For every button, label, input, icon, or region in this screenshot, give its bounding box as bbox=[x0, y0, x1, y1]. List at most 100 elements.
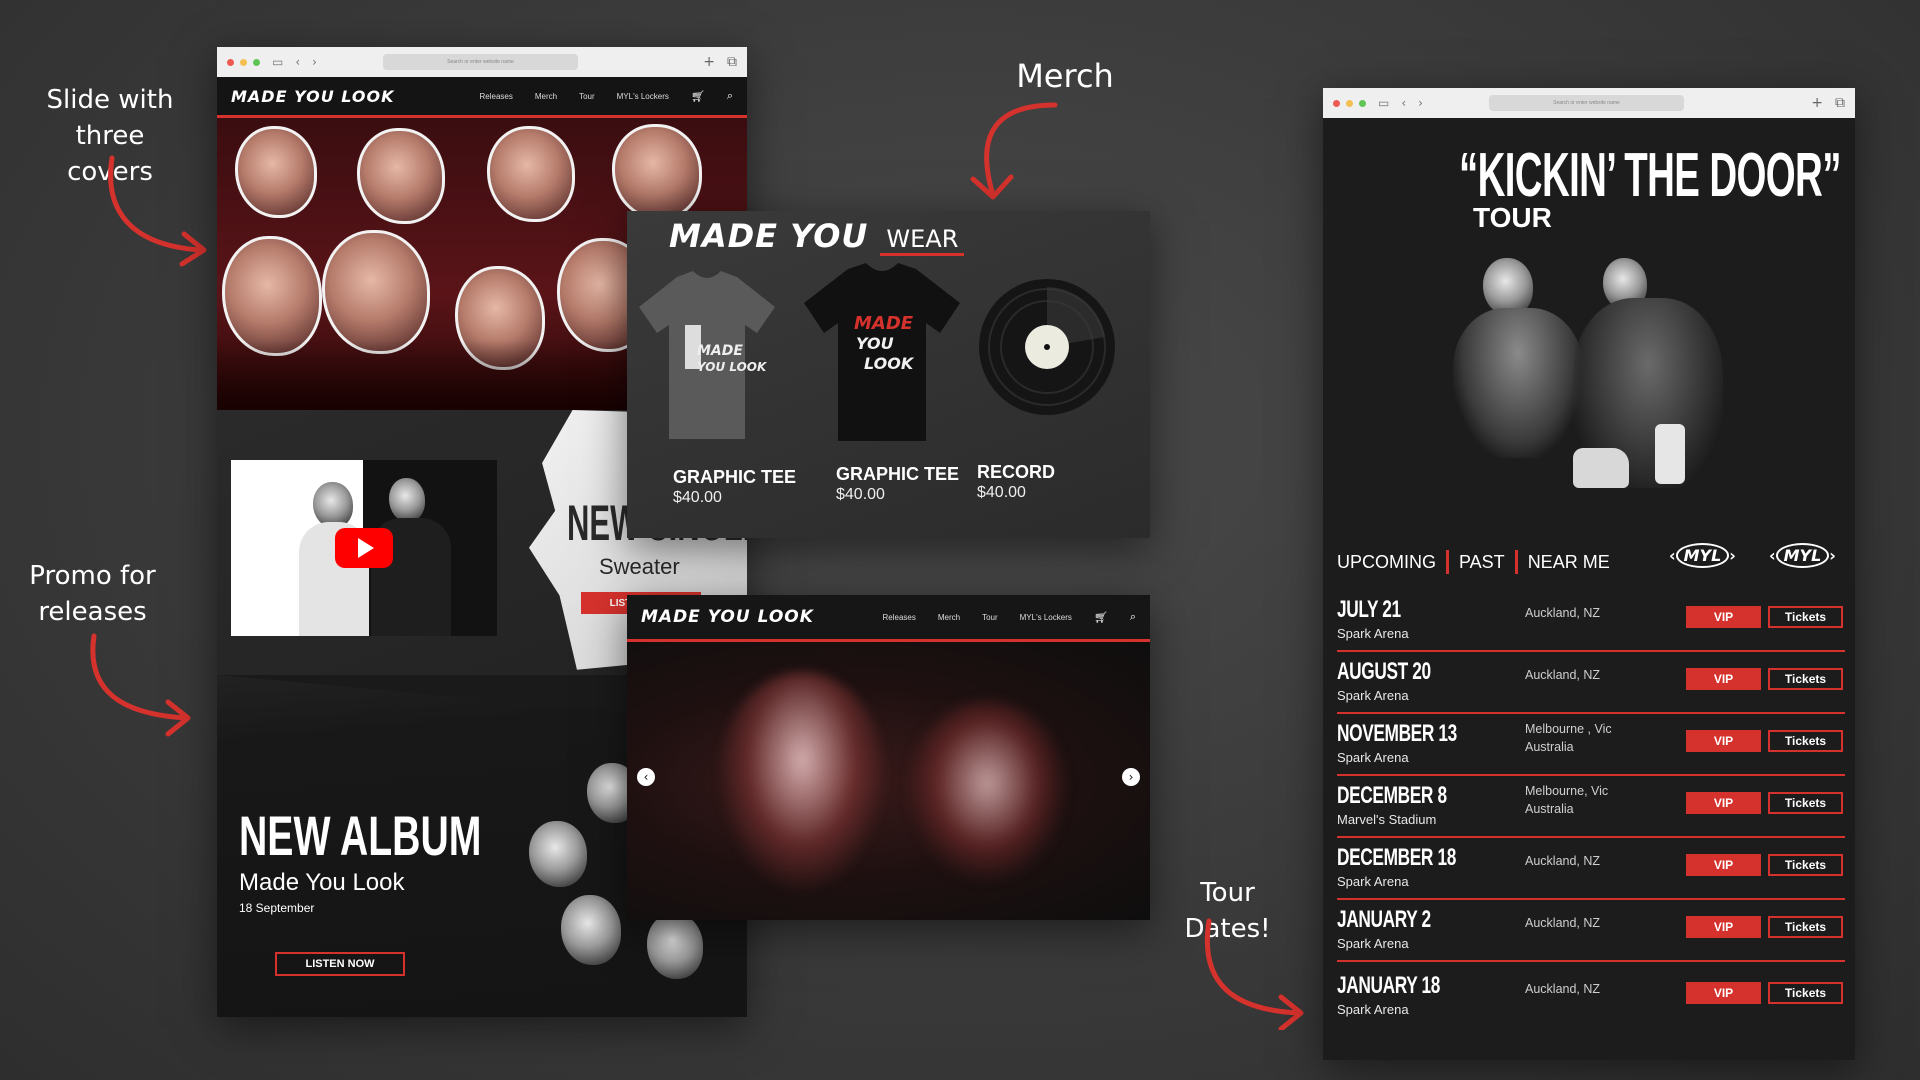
merch-item[interactable]: MADE YOU LOOK GRAPHIC TEE $40.00 bbox=[637, 271, 797, 521]
address-bar[interactable]: Search or enter website name bbox=[382, 54, 578, 70]
merch-logo-accent: WEAR bbox=[880, 225, 965, 256]
tickets-button[interactable]: Tickets bbox=[1768, 668, 1843, 690]
minimize-dot[interactable] bbox=[1346, 99, 1353, 107]
maximize-dot[interactable] bbox=[1359, 99, 1366, 107]
tab-past[interactable]: PAST bbox=[1459, 552, 1505, 573]
new-tab-icon[interactable]: + bbox=[703, 54, 715, 70]
tshirt-black-icon: MADE YOU LOOK bbox=[804, 263, 960, 441]
tour-window: ▭ ‹ › Search or enter website name + ⧉ “K… bbox=[1323, 88, 1855, 1060]
myl-badge-icon[interactable]: ‹ MYL › bbox=[1769, 543, 1836, 568]
vip-button[interactable]: VIP bbox=[1686, 668, 1761, 690]
back-icon[interactable]: ‹ bbox=[295, 55, 300, 69]
nav-tour[interactable]: Tour bbox=[579, 92, 595, 101]
hero-slide[interactable]: ‹ › bbox=[627, 642, 1150, 920]
site-nav: Releases Merch Tour MYL's Lockers 🛒︎ ⌕ bbox=[882, 610, 1136, 624]
svg-text:YOU: YOU bbox=[856, 334, 894, 353]
nav-merch[interactable]: Merch bbox=[535, 92, 557, 101]
nav-lockers[interactable]: MYL's Lockers bbox=[617, 92, 669, 101]
site-logo[interactable]: MADE YOU LOOK bbox=[641, 607, 814, 627]
tab-near-me[interactable]: NEAR ME bbox=[1528, 552, 1610, 573]
band-member-photo bbox=[487, 126, 575, 222]
myl-badge-icon[interactable]: ‹ MYL › bbox=[1669, 543, 1736, 568]
close-dot[interactable] bbox=[227, 58, 234, 66]
tour-venue: Spark Arena bbox=[1337, 1002, 1409, 1017]
tour-date: JANUARY 18 bbox=[1337, 972, 1441, 999]
video-embed[interactable] bbox=[231, 460, 497, 636]
tour-location: Auckland, NZ bbox=[1525, 916, 1601, 930]
tour-date-row: DECEMBER 8 Marvel's Stadium Melbourne, V… bbox=[1337, 776, 1845, 838]
merch-logo: MADE YOU WEAR bbox=[669, 217, 965, 256]
browser-chrome: ▭ ‹ › Search or enter website name + ⧉ bbox=[1323, 88, 1855, 118]
merch-item[interactable]: MADE YOU LOOK GRAPHIC TEE $40.00 bbox=[802, 263, 962, 521]
forward-icon[interactable]: › bbox=[1418, 96, 1423, 110]
address-bar[interactable]: Search or enter website name bbox=[1488, 95, 1684, 111]
site-logo[interactable]: MADE YOU LOOK bbox=[231, 87, 395, 106]
merch-item[interactable]: RECORD $40.00 bbox=[977, 271, 1137, 521]
vip-button[interactable]: VIP bbox=[1686, 916, 1761, 938]
myl-badge-label: MYL bbox=[1675, 543, 1730, 568]
tickets-button[interactable]: Tickets bbox=[1768, 606, 1843, 628]
nav-lockers[interactable]: MYL's Lockers bbox=[1020, 613, 1072, 622]
merch-item-name: RECORD bbox=[977, 462, 1056, 482]
tshirt-grey-icon: MADE YOU LOOK bbox=[639, 271, 775, 439]
svg-text:LOOK: LOOK bbox=[864, 354, 915, 373]
tickets-button[interactable]: Tickets bbox=[1768, 730, 1843, 752]
album-title: NEW ALBUM bbox=[239, 804, 482, 867]
tickets-button[interactable]: Tickets bbox=[1768, 916, 1843, 938]
vip-button[interactable]: VIP bbox=[1686, 982, 1761, 1004]
motion-blur-figure bbox=[907, 702, 1067, 882]
band-member-photo bbox=[529, 821, 587, 887]
tour-location: Melbourne , Vic Australia bbox=[1525, 722, 1612, 754]
tickets-button[interactable]: Tickets bbox=[1768, 982, 1843, 1004]
tour-date-row: AUGUST 20 Spark Arena Auckland, NZ VIP T… bbox=[1337, 652, 1845, 714]
motion-blur-figure bbox=[717, 672, 887, 892]
tab-divider bbox=[1514, 550, 1518, 574]
nav-merch[interactable]: Merch bbox=[938, 613, 960, 622]
nav-releases[interactable]: Releases bbox=[882, 613, 915, 622]
site-nav: Releases Merch Tour MYL's Lockers 🛒︎ ⌕ bbox=[479, 89, 733, 103]
youtube-play-icon[interactable] bbox=[335, 528, 393, 568]
tabs-icon[interactable]: ⧉ bbox=[727, 54, 737, 70]
vip-button[interactable]: VIP bbox=[1686, 606, 1761, 628]
band-member-photo bbox=[647, 913, 703, 979]
band-member-photo bbox=[389, 478, 425, 522]
sidebar-icon[interactable]: ▭ bbox=[1378, 96, 1389, 110]
myl-badge-label: MYL bbox=[1775, 543, 1830, 568]
maximize-dot[interactable] bbox=[253, 58, 260, 66]
band-member-figure bbox=[1453, 308, 1583, 458]
chevron-left-icon[interactable]: ‹ bbox=[637, 768, 655, 786]
album-listen-button[interactable]: LISTEN NOW bbox=[275, 952, 405, 976]
search-icon[interactable]: ⌕ bbox=[727, 89, 733, 103]
band-member-photo bbox=[612, 124, 702, 220]
chevron-right-icon[interactable]: › bbox=[1122, 768, 1140, 786]
annotation-slide-line1: Slide with bbox=[46, 85, 174, 115]
merch-item-price: $40.00 bbox=[673, 489, 722, 506]
tour-band-photo bbox=[1423, 238, 1753, 518]
tabs-icon[interactable]: ⧉ bbox=[1835, 95, 1845, 111]
search-icon[interactable]: ⌕ bbox=[1130, 610, 1136, 624]
tour-venue: Spark Arena bbox=[1337, 688, 1409, 703]
minimize-dot[interactable] bbox=[240, 58, 247, 66]
back-icon[interactable]: ‹ bbox=[1401, 96, 1406, 110]
vip-button[interactable]: VIP bbox=[1686, 792, 1761, 814]
tour-subtitle: TOUR bbox=[1473, 202, 1552, 233]
cart-icon[interactable]: 🛒︎ bbox=[1094, 611, 1108, 624]
new-tab-icon[interactable]: + bbox=[1811, 95, 1823, 111]
tour-date-row: JANUARY 18 Spark Arena Auckland, NZ VIP … bbox=[1337, 966, 1845, 1028]
nav-releases[interactable]: Releases bbox=[479, 92, 512, 101]
vip-button[interactable]: VIP bbox=[1686, 854, 1761, 876]
merch-item-price: $40.00 bbox=[836, 486, 885, 503]
sidebar-icon[interactable]: ▭ bbox=[272, 55, 283, 69]
vip-button[interactable]: VIP bbox=[1686, 730, 1761, 752]
cart-icon[interactable]: 🛒︎ bbox=[691, 90, 705, 103]
tickets-button[interactable]: Tickets bbox=[1768, 792, 1843, 814]
forward-icon[interactable]: › bbox=[312, 55, 317, 69]
arrow-slide-icon bbox=[108, 155, 207, 267]
arrow-merch-icon bbox=[970, 102, 1058, 200]
tickets-button[interactable]: Tickets bbox=[1768, 854, 1843, 876]
nav-tour[interactable]: Tour bbox=[982, 613, 998, 622]
tab-upcoming[interactable]: UPCOMING bbox=[1337, 552, 1436, 573]
tour-date: JANUARY 2 bbox=[1337, 906, 1431, 933]
svg-text:MADE: MADE bbox=[697, 343, 743, 359]
close-dot[interactable] bbox=[1333, 99, 1340, 107]
